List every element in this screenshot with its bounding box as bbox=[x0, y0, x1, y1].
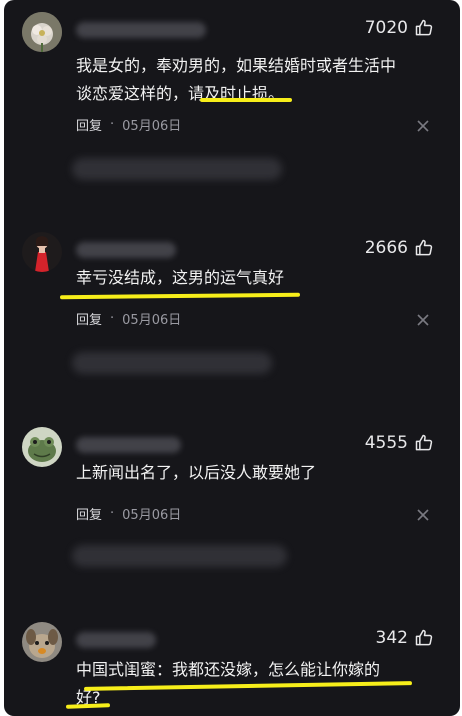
username-blurred[interactable] bbox=[76, 632, 156, 648]
comment-text-line: 幸亏没结成，这男的运气真好 bbox=[76, 268, 285, 287]
thumbs-up-icon[interactable] bbox=[414, 628, 434, 648]
close-icon[interactable] bbox=[416, 508, 430, 522]
comment-meta: 回复 · 05月06日 bbox=[76, 503, 181, 523]
like-count: 4555 bbox=[364, 433, 408, 453]
like-control[interactable]: 342 bbox=[376, 626, 434, 650]
woman-red-dress-avatar[interactable] bbox=[22, 232, 62, 272]
like-count: 7020 bbox=[364, 18, 408, 38]
comment-date: 05月06日 bbox=[122, 507, 182, 523]
comment-text-line: 我是女的，奉劝男的，如果结婚时或者生活中 bbox=[76, 56, 397, 75]
comment-text: 上新闻出名了，以后没人敢要她了 bbox=[76, 459, 438, 487]
like-control[interactable]: 4555 bbox=[365, 431, 434, 455]
comment-date: 05月06日 bbox=[122, 312, 182, 328]
like-count: 342 bbox=[375, 628, 408, 648]
reply-button[interactable]: 回复 bbox=[76, 309, 102, 328]
highlight-underline bbox=[200, 98, 292, 102]
close-icon[interactable] bbox=[416, 313, 430, 327]
reply-preview-blurred[interactable] bbox=[72, 545, 287, 567]
comment-text-line: 中国式闺蜜：我都还没嫁，怎么能让你嫁的 bbox=[76, 660, 381, 679]
thumbs-up-icon[interactable] bbox=[414, 238, 434, 258]
thumbs-up-icon[interactable] bbox=[414, 18, 434, 38]
username-blurred[interactable] bbox=[76, 22, 206, 38]
separator-dot: · bbox=[110, 505, 115, 521]
separator-dot: · bbox=[110, 310, 115, 326]
reply-button[interactable]: 回复 bbox=[76, 115, 102, 134]
like-count: 2666 bbox=[364, 238, 408, 258]
comment-text-line: 上新闻出名了，以后没人敢要她了 bbox=[76, 463, 317, 482]
reply-button[interactable]: 回复 bbox=[76, 504, 102, 523]
close-icon[interactable] bbox=[416, 119, 430, 133]
comment-list: 7020 我是女的，奉劝男的，如果结婚时或者生活中 谈恋爱这样的，请及时止损。 … bbox=[4, 0, 460, 716]
thumbs-up-icon[interactable] bbox=[414, 433, 434, 453]
reply-preview-blurred[interactable] bbox=[72, 352, 272, 374]
comment-date: 05月06日 bbox=[122, 118, 182, 134]
username-blurred[interactable] bbox=[76, 242, 176, 258]
like-control[interactable]: 7020 bbox=[365, 16, 434, 40]
like-control[interactable]: 2666 bbox=[365, 236, 434, 260]
comment-meta: 回复 · 05月06日 bbox=[76, 114, 181, 134]
username-blurred[interactable] bbox=[76, 437, 181, 453]
flower-avatar[interactable] bbox=[22, 12, 62, 52]
separator-dot: · bbox=[110, 116, 115, 132]
frog-avatar[interactable] bbox=[22, 427, 62, 467]
highlight-underline bbox=[59, 292, 301, 300]
comment-meta: 回复 · 05月06日 bbox=[76, 308, 181, 328]
reply-preview-blurred[interactable] bbox=[72, 158, 282, 180]
dog-avatar[interactable] bbox=[22, 622, 62, 662]
comment-text: 幸亏没结成，这男的运气真好 bbox=[76, 264, 438, 292]
